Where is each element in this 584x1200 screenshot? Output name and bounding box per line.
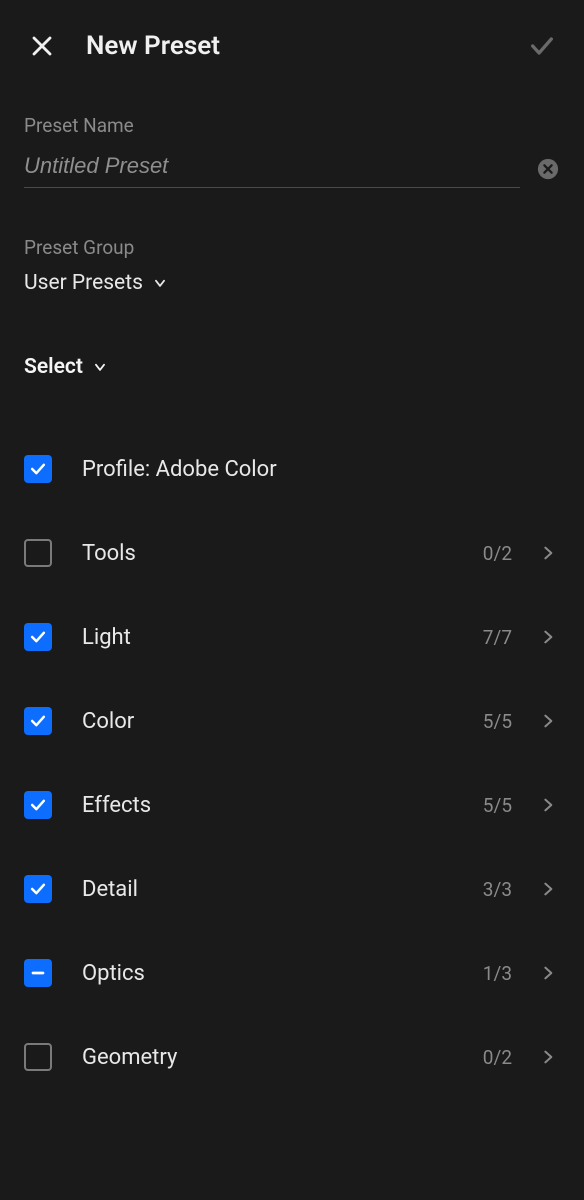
option-row: Tools0/2: [24, 511, 560, 595]
option-checkbox[interactable]: [24, 959, 52, 987]
option-count: 5/5: [483, 794, 512, 817]
checkmark-icon: [28, 795, 48, 815]
option-label: Optics: [82, 961, 483, 986]
clear-icon: [537, 158, 559, 180]
option-count: 7/7: [483, 626, 512, 649]
checkmark-icon: [528, 32, 556, 60]
checkmark-icon: [28, 711, 48, 731]
option-row: Optics1/3: [24, 931, 560, 1015]
option-label: Profile: Adobe Color: [82, 457, 560, 482]
expand-button[interactable]: [536, 793, 560, 817]
preset-name-row: [24, 149, 560, 188]
option-row: Color5/5: [24, 679, 560, 763]
preset-group-section: Preset Group User Presets: [0, 236, 584, 295]
option-label: Color: [82, 709, 483, 734]
preset-group-value: User Presets: [24, 271, 143, 295]
chevron-down-icon: [153, 276, 167, 290]
option-count: 1/3: [483, 962, 512, 985]
preset-group-label: Preset Group: [24, 236, 560, 259]
expand-button[interactable]: [536, 625, 560, 649]
option-row: Detail3/3: [24, 847, 560, 931]
confirm-button[interactable]: [524, 28, 560, 64]
preset-group-dropdown[interactable]: User Presets: [24, 271, 560, 295]
expand-button[interactable]: [536, 1045, 560, 1069]
select-label: Select: [24, 355, 83, 379]
close-button[interactable]: [24, 28, 60, 64]
chevron-right-icon: [540, 545, 556, 561]
expand-button[interactable]: [536, 877, 560, 901]
option-checkbox[interactable]: [24, 791, 52, 819]
expand-button[interactable]: [536, 541, 560, 565]
chevron-right-icon: [540, 797, 556, 813]
option-checkbox[interactable]: [24, 875, 52, 903]
select-dropdown[interactable]: Select: [24, 355, 560, 379]
expand-button[interactable]: [536, 961, 560, 985]
header: New Preset: [0, 0, 584, 84]
preset-name-label: Preset Name: [24, 114, 560, 137]
option-label: Detail: [82, 877, 483, 902]
option-label: Light: [82, 625, 483, 650]
option-label: Geometry: [82, 1045, 483, 1070]
chevron-right-icon: [540, 1049, 556, 1065]
chevron-down-icon: [93, 360, 107, 374]
expand-button[interactable]: [536, 709, 560, 733]
option-label: Tools: [82, 541, 483, 566]
chevron-right-icon: [540, 629, 556, 645]
option-count: 3/3: [483, 878, 512, 901]
option-row: Geometry0/2: [24, 1015, 560, 1099]
checkmark-icon: [28, 879, 48, 899]
chevron-right-icon: [540, 965, 556, 981]
preset-name-input[interactable]: [24, 149, 520, 188]
option-row: Light7/7: [24, 595, 560, 679]
option-row: Effects5/5: [24, 763, 560, 847]
options-list: Profile: Adobe ColorTools0/2Light7/7Colo…: [0, 427, 584, 1099]
option-checkbox[interactable]: [24, 455, 52, 483]
option-count: 0/2: [483, 542, 512, 565]
chevron-right-icon: [540, 881, 556, 897]
option-checkbox[interactable]: [24, 1043, 52, 1071]
checkmark-icon: [28, 459, 48, 479]
option-row: Profile: Adobe Color: [24, 427, 560, 511]
page-title: New Preset: [86, 31, 524, 61]
chevron-right-icon: [540, 713, 556, 729]
option-checkbox[interactable]: [24, 707, 52, 735]
option-count: 5/5: [483, 710, 512, 733]
option-label: Effects: [82, 793, 483, 818]
option-count: 0/2: [483, 1046, 512, 1069]
minus-icon: [28, 963, 48, 983]
checkmark-icon: [28, 627, 48, 647]
preset-name-section: Preset Name: [0, 114, 584, 188]
option-checkbox[interactable]: [24, 539, 52, 567]
close-icon: [30, 34, 54, 58]
option-checkbox[interactable]: [24, 623, 52, 651]
select-section: Select: [0, 355, 584, 379]
clear-name-button[interactable]: [536, 157, 560, 181]
